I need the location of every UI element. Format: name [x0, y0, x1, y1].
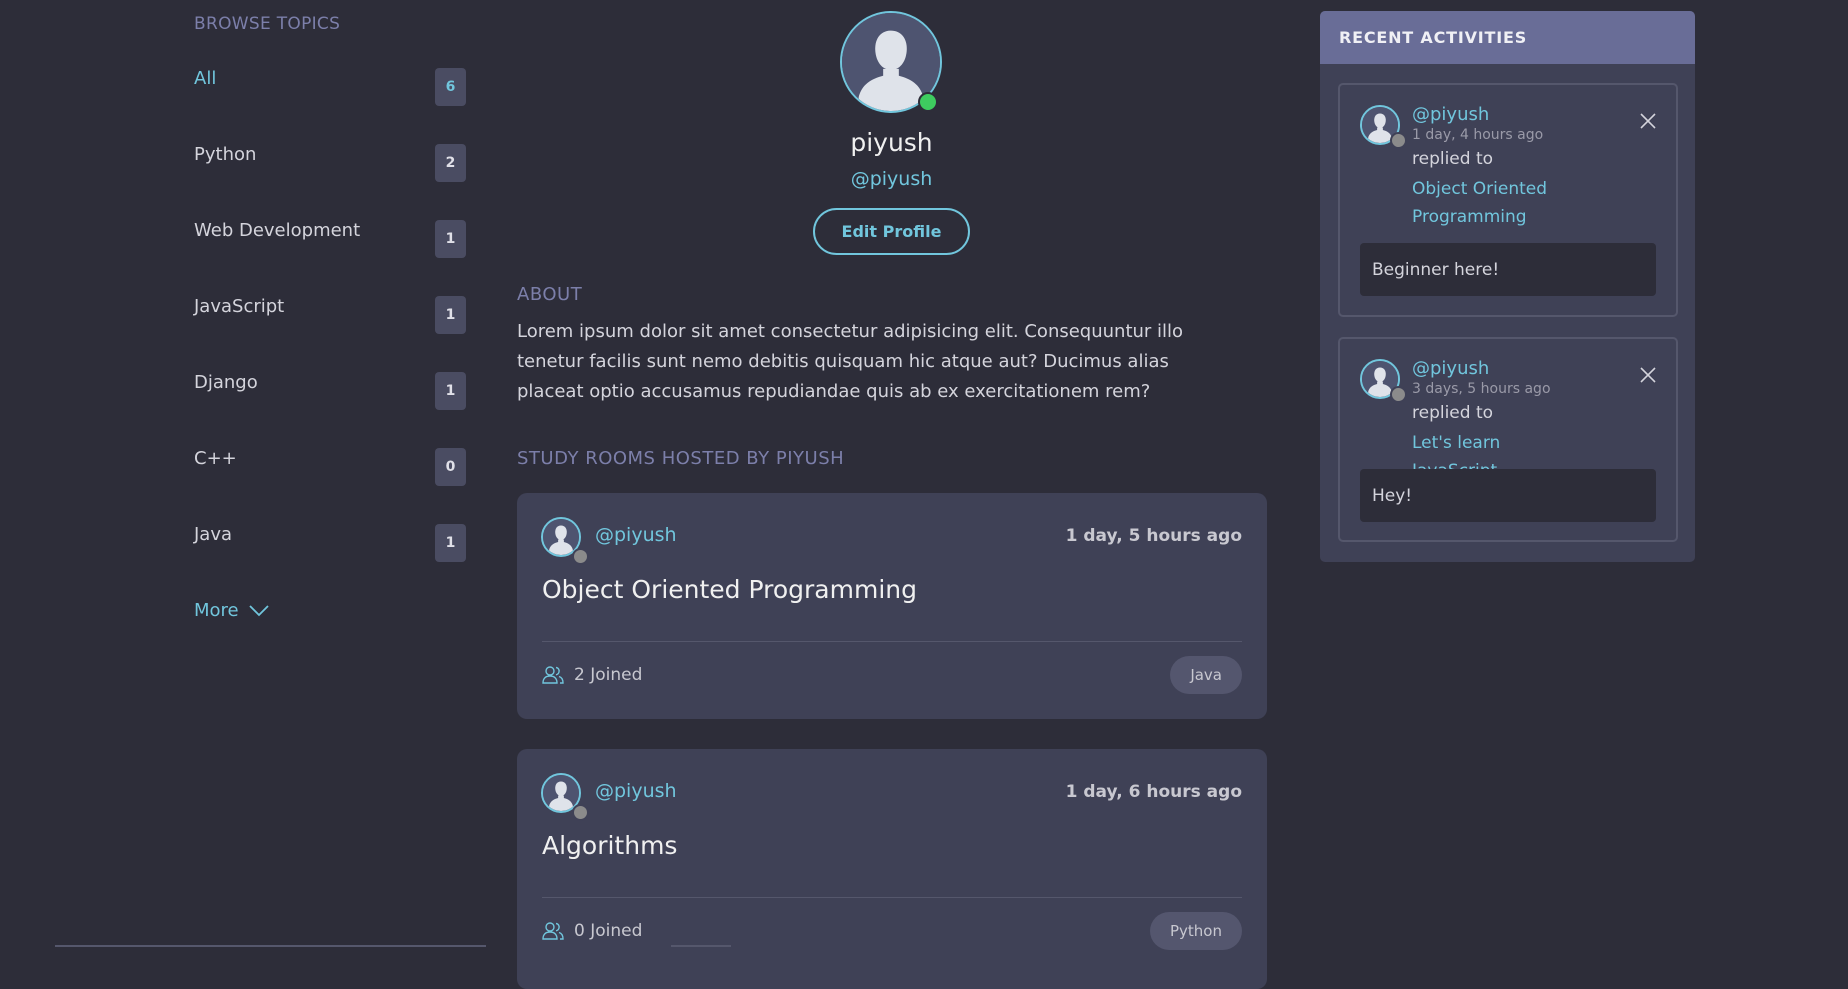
topic-label: C++ [194, 448, 237, 469]
topic-count-badge: 1 [435, 524, 466, 562]
activity-verb: replied to [1412, 149, 1494, 169]
users-icon [542, 922, 564, 940]
room-time: 1 day, 5 hours ago [1065, 526, 1242, 546]
room-joined: 0 Joined [542, 921, 642, 941]
about-text: Lorem ipsum dolor sit amet consectetur a… [517, 321, 1184, 402]
rooms-section-title: STUDY ROOMS HOSTED BY PIYUSH [517, 448, 845, 469]
topic-item-cpp[interactable]: C++ 0 [194, 444, 466, 486]
users-icon [542, 666, 564, 684]
room-topic-tag[interactable]: Python [1150, 912, 1242, 950]
browse-topics-title: BROWSE TOPICS [194, 14, 341, 34]
close-icon[interactable] [1638, 111, 1658, 131]
offline-status-dot [572, 548, 589, 565]
divider [542, 641, 1242, 642]
topic-item-web-development[interactable]: Web Development 1 [194, 216, 466, 258]
room-title[interactable]: Object Oriented Programming [542, 575, 917, 604]
online-status-dot [918, 92, 938, 112]
more-topics-link[interactable]: More [194, 600, 269, 621]
topic-label: Django [194, 372, 258, 393]
activity-username[interactable]: @piyush [1412, 358, 1489, 379]
joined-count: 0 Joined [574, 921, 643, 941]
about-title: ABOUT [517, 284, 583, 305]
activity-reply-text: Hey! [1360, 469, 1656, 522]
topic-count-badge: 6 [435, 68, 466, 106]
topic-count-badge: 1 [435, 296, 466, 334]
topic-count-badge: 1 [435, 220, 466, 258]
topic-item-java[interactable]: Java 1 [194, 520, 466, 562]
recent-activities-panel: RECENT ACTIVITIES @piyush 1 day, 4 hours… [1320, 11, 1695, 562]
more-label: More [194, 600, 239, 621]
offline-status-dot [1390, 132, 1407, 149]
activity-reply-text: Beginner here! [1360, 243, 1656, 296]
offline-status-dot [572, 804, 589, 821]
activity-item: @piyush 1 day, 4 hours ago replied to Ob… [1338, 83, 1678, 317]
topic-item-javascript[interactable]: JavaScript 1 [194, 292, 466, 334]
topic-item-django[interactable]: Django 1 [194, 368, 466, 410]
room-topic-tag[interactable]: Java [1170, 656, 1242, 694]
topic-label: JavaScript [194, 296, 285, 317]
recent-activities-title: RECENT ACTIVITIES [1320, 11, 1695, 64]
activity-time: 1 day, 4 hours ago [1412, 127, 1544, 143]
close-icon[interactable] [1638, 365, 1658, 385]
topic-label: Java [194, 524, 233, 545]
activity-username[interactable]: @piyush [1412, 104, 1489, 125]
room-host-username[interactable]: @piyush [595, 524, 677, 546]
edit-profile-button[interactable]: Edit Profile [813, 208, 970, 255]
room-card[interactable]: @piyush 1 day, 6 hours ago Algorithms 0 … [517, 749, 1267, 989]
room-host-username[interactable]: @piyush [595, 780, 677, 802]
topic-label: All [194, 68, 217, 89]
topic-label: Web Development [194, 220, 361, 241]
room-joined: 2 Joined [542, 665, 642, 685]
joined-count: 2 Joined [574, 665, 643, 685]
divider [542, 897, 1242, 898]
offline-status-dot [1390, 386, 1407, 403]
topic-item-all[interactable]: All 6 [194, 64, 466, 106]
activity-item: @piyush 3 days, 5 hours ago replied to L… [1338, 337, 1678, 542]
activity-room-link[interactable]: Object Oriented Programming [1412, 175, 1582, 231]
activity-time: 3 days, 5 hours ago [1412, 381, 1551, 397]
room-title[interactable]: Algorithms [542, 831, 677, 860]
chevron-down-icon [248, 604, 269, 616]
activity-verb: replied to [1412, 403, 1494, 423]
topic-count-badge: 1 [435, 372, 466, 410]
room-time: 1 day, 6 hours ago [1065, 782, 1242, 802]
room-card[interactable]: @piyush 1 day, 5 hours ago Object Orient… [517, 493, 1267, 719]
topic-count-badge: 0 [435, 448, 466, 486]
